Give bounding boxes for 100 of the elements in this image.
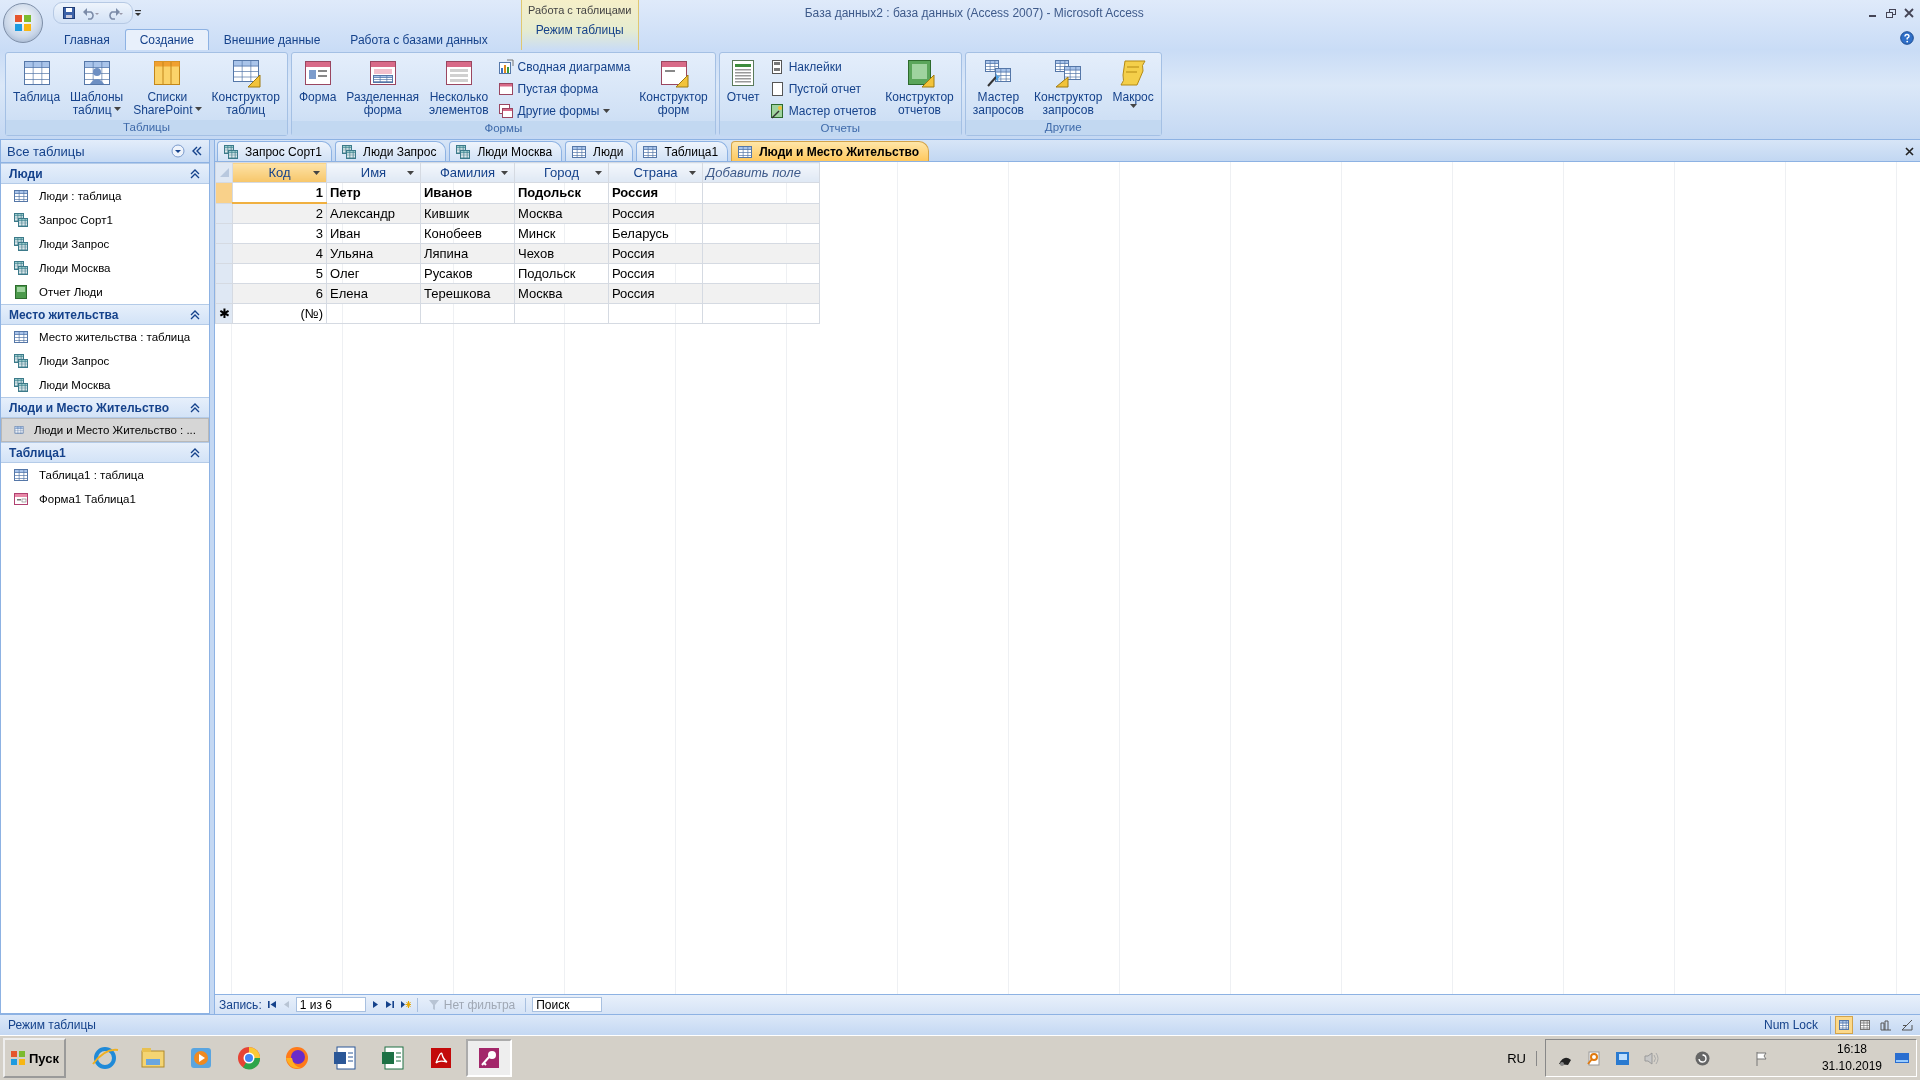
key-document-icon[interactable] [1584,1049,1602,1067]
ribbon-button[interactable]: Конструктор отчетов [882,56,957,117]
document-tab[interactable]: Люди и Место Жительство [731,141,930,161]
query-icon [13,260,29,276]
nav-group-header[interactable]: Место жительства [1,304,209,325]
document-tab[interactable]: Люди Запрос [335,141,447,161]
ribbon-tab[interactable]: Работа с базами данных [335,29,503,50]
new-record-icon[interactable] [399,1000,411,1009]
collapse-chevron-icon[interactable] [189,167,201,180]
close-icon[interactable] [1904,8,1914,18]
nav-item[interactable]: Форма1 Таблица1 [1,487,209,511]
sort-filter-arrow-icon[interactable] [313,171,320,175]
view-button[interactable] [1835,1016,1853,1034]
ribbon-tab[interactable]: Создание [124,29,209,50]
sort-filter-arrow-icon[interactable] [501,171,508,175]
record-number-field[interactable]: 1 из 6 [295,997,366,1012]
sort-filter-arrow-icon[interactable] [407,171,414,175]
column-title: Город [543,165,580,180]
nav-item[interactable]: Люди Запрос [1,349,209,373]
ribbon-button[interactable]: Форма [295,56,340,105]
query-icon [341,143,358,160]
next-record-icon[interactable] [371,1000,379,1009]
nav-item[interactable]: Люди Москва [1,373,209,397]
group-label: Отчеты [719,121,961,136]
group-label: Другие [965,120,1161,135]
ribbon-button[interactable]: Мастер запросов [969,56,1027,117]
nav-item[interactable]: Люди Москва [1,256,209,280]
status-text: Режим таблицы [8,1018,97,1032]
column-header[interactable]: Код [232,162,327,183]
table-cell: Минск [514,223,609,244]
ribbon-button[interactable]: Несколько элементов [426,56,492,117]
nav-item[interactable]: Таблица1 : таблица [1,463,209,487]
document-tab[interactable]: Люди Москва [449,141,563,161]
collapse-chevrons-icon[interactable] [191,145,203,157]
ribbon-button[interactable]: Конструктор форм [636,56,711,117]
ribbon-button[interactable]: Списки SharePoint [130,56,205,117]
dropdown-circle-icon[interactable] [171,144,185,158]
document-tab[interactable]: Таблица1 [636,141,729,161]
column-header[interactable]: Страна [608,162,703,183]
ribbon-tab[interactable]: Режим таблицы [520,19,639,40]
ribbon-tab[interactable]: Внешние данные [208,29,336,50]
column-header[interactable]: Фамилия [420,162,515,183]
refresh-icon[interactable] [1693,1049,1711,1067]
sort-filter-arrow-icon[interactable] [595,171,602,175]
monitor-icon[interactable] [1613,1049,1631,1067]
nav-group-header[interactable]: Таблица1 [1,442,209,463]
first-record-icon[interactable] [267,1000,277,1009]
nav-item[interactable]: Люди и Место Жительство : ... [1,418,209,442]
ribbon-button[interactable]: Мастер отчетов [766,101,879,121]
taskbar-app-button[interactable] [466,1039,512,1077]
nav-item[interactable]: Запрос Сорт1 [1,208,209,232]
ribbon-button[interactable]: Шаблоны таблиц [67,56,127,117]
customize-arrow-icon[interactable] [133,8,143,18]
table-icon [571,143,588,160]
document-tab[interactable]: Люди [565,141,634,161]
ribbon-button[interactable]: Сводная диаграмма [495,57,633,77]
language-indicator[interactable]: RU [1507,1050,1537,1066]
nav-pane-header[interactable]: Все таблицы [1,140,209,163]
ribbon-button[interactable]: Конструктор таблиц [208,56,283,117]
nav-group-header[interactable]: Люди и Место Жительство [1,397,209,418]
table-cell: 5 [232,263,327,284]
nav-item[interactable]: Отчет Люди [1,280,209,304]
show-desktop-icon[interactable] [1894,1050,1910,1066]
column-header[interactable]: Город [514,162,609,183]
office-button[interactable] [3,3,43,43]
close-icon[interactable] [1905,147,1914,156]
save-icon[interactable] [62,6,76,20]
blank-form-icon [497,81,514,97]
table-cell: Русаков [420,263,515,284]
ribbon-button[interactable]: Конструктор запросов [1030,56,1106,117]
restore-icon[interactable] [1886,8,1896,18]
column-title: Фамилия [439,165,496,180]
collapse-chevron-icon[interactable] [189,308,201,321]
ribbon-button[interactable]: Наклейки [766,57,879,77]
help-icon[interactable] [1900,31,1914,45]
ribbon-button[interactable]: Разделенная форма [343,56,423,117]
search-field[interactable]: Поиск [532,997,603,1012]
ribbon-button[interactable]: Отчет [723,56,763,105]
nav-item[interactable]: Место жительства : таблица [1,325,209,349]
ribbon-button[interactable]: Макрос [1109,56,1157,111]
ribbon-tab[interactable]: Главная [49,29,125,50]
document-tab[interactable]: Запрос Сорт1 [217,141,333,161]
ribbon-button[interactable]: Таблица [10,56,64,105]
collapse-chevron-icon[interactable] [189,446,201,459]
column-header[interactable]: Имя [326,162,421,183]
sort-filter-arrow-icon[interactable] [689,171,696,175]
redo-icon[interactable] [106,6,124,20]
nav-item[interactable]: Люди Запрос [1,232,209,256]
add-field-header[interactable]: Добавить поле [702,162,820,183]
ribbon-button[interactable]: Пустой отчет [766,79,879,99]
ribbon-button[interactable]: Другие формы [495,101,633,121]
collapse-chevron-icon[interactable] [189,401,201,414]
nav-item[interactable]: Люди : таблица [1,184,209,208]
last-record-icon[interactable] [384,1000,394,1009]
nav-group-header[interactable]: Люди [1,163,209,184]
table-cell: Иван [326,223,421,244]
ribbon-button[interactable]: Пустая форма [495,79,633,99]
undo-icon[interactable] [82,6,100,20]
start-button[interactable]: Пуск [3,1038,66,1078]
form-icon [13,491,29,507]
